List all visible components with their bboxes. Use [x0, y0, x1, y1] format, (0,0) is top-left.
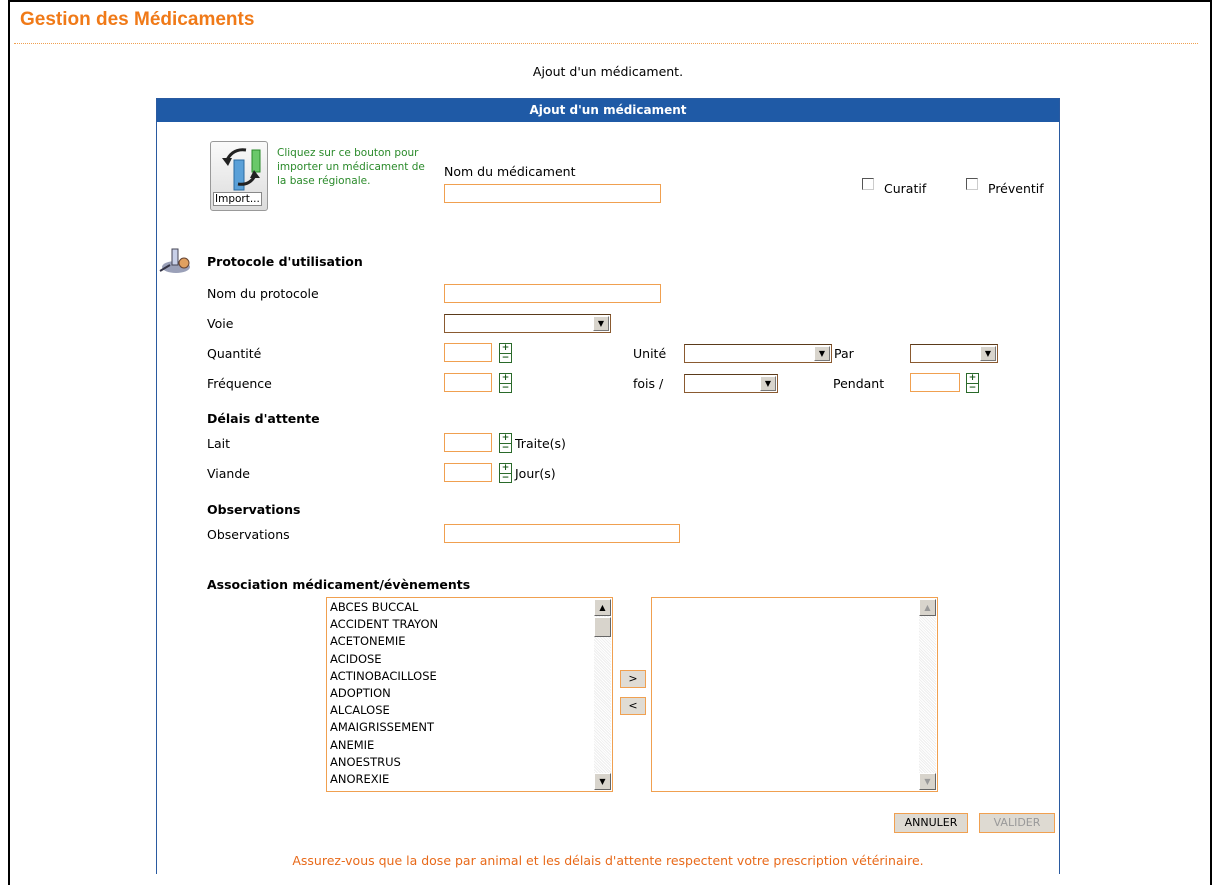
- footer-note: Assurez-vous que la dose par animal et l…: [292, 853, 924, 868]
- quantite-input[interactable]: [444, 343, 492, 362]
- curatif-checkbox[interactable]: [862, 178, 874, 190]
- protocole-name-label: Nom du protocole: [207, 286, 319, 301]
- list-item[interactable]: ACCIDENT TRAYON: [327, 616, 612, 633]
- delais-section-title: Délais d'attente: [207, 411, 320, 426]
- import-icon: [222, 148, 261, 191]
- unite-label: Unité: [633, 346, 667, 361]
- scroll-thumb[interactable]: [594, 617, 611, 637]
- app-title: Gestion des Médicaments: [20, 9, 255, 30]
- lait-stepper[interactable]: + −: [499, 433, 512, 453]
- list-item[interactable]: ANOESTRUS: [327, 754, 612, 771]
- protocole-section-title: Protocole d'utilisation: [207, 254, 363, 269]
- preventif-checkbox[interactable]: [966, 178, 978, 190]
- quantite-label: Quantité: [207, 346, 262, 361]
- frequence-label: Fréquence: [207, 376, 272, 391]
- cancel-button[interactable]: ANNULER: [894, 813, 968, 833]
- scroll-down-icon[interactable]: ▼: [919, 773, 936, 790]
- viande-unit: Jour(s): [515, 466, 556, 481]
- plus-icon: +: [501, 373, 510, 383]
- lait-label: Lait: [207, 436, 230, 451]
- quantite-stepper[interactable]: + −: [499, 343, 512, 363]
- list-item[interactable]: ACIDOSE: [327, 651, 612, 668]
- minus-icon: −: [500, 383, 511, 393]
- list-item[interactable]: ADOPTION: [327, 685, 612, 702]
- selected-events-list[interactable]: ▲ ▼: [651, 597, 938, 792]
- viande-input[interactable]: [444, 463, 492, 482]
- chevron-down-icon: ▼: [593, 316, 609, 331]
- lait-input[interactable]: [444, 433, 492, 452]
- list-item[interactable]: ABCES BUCCAL: [327, 599, 612, 616]
- voie-label: Voie: [207, 316, 234, 331]
- preventif-label: Préventif: [988, 181, 1044, 196]
- scroll-up-icon[interactable]: ▲: [919, 599, 936, 616]
- association-section-title: Association médicament/évènements: [207, 577, 471, 592]
- plus-icon: +: [501, 463, 510, 473]
- import-button-label: Import...: [213, 192, 262, 206]
- minus-icon: −: [500, 353, 511, 363]
- pendant-input[interactable]: [910, 373, 960, 392]
- available-events-scrollbar[interactable]: ▲ ▼: [594, 599, 611, 790]
- import-button[interactable]: Import...: [210, 141, 268, 211]
- remove-event-button[interactable]: <: [620, 697, 646, 715]
- viande-label: Viande: [207, 466, 250, 481]
- frequence-input[interactable]: [444, 373, 492, 392]
- chevron-down-icon: ▼: [760, 376, 776, 391]
- list-item[interactable]: ANEMIE: [327, 737, 612, 754]
- observations-label: Observations: [207, 527, 290, 542]
- chevron-down-icon: ▼: [980, 346, 996, 361]
- par-select[interactable]: ▼: [910, 344, 998, 363]
- list-item[interactable]: ACETONEMIE: [327, 633, 612, 650]
- scroll-up-icon[interactable]: ▲: [594, 599, 611, 616]
- import-help-text: Cliquez sur ce bouton pour importer un m…: [277, 147, 425, 187]
- par-label: Par: [834, 346, 854, 361]
- selected-events-scrollbar[interactable]: ▲ ▼: [919, 599, 936, 790]
- validate-button[interactable]: VALIDER: [979, 813, 1055, 833]
- fois-label: fois /: [633, 376, 664, 391]
- minus-icon: −: [500, 443, 511, 453]
- minus-icon: −: [967, 383, 978, 393]
- list-item[interactable]: ALCALOSE: [327, 702, 612, 719]
- observations-section-title: Observations: [207, 502, 301, 517]
- scroll-down-icon[interactable]: ▼: [594, 773, 611, 790]
- voie-select[interactable]: ▼: [444, 314, 611, 333]
- available-events-list[interactable]: ABCES BUCCAL ACCIDENT TRAYON ACETONEMIE ACI…: [326, 597, 613, 792]
- fois-select[interactable]: ▼: [684, 374, 778, 393]
- unite-select[interactable]: ▼: [684, 344, 832, 363]
- plus-icon: +: [968, 373, 977, 383]
- lait-unit: Traite(s): [515, 436, 566, 451]
- curatif-label: Curatif: [884, 181, 927, 196]
- list-item[interactable]: ACTINOBACILLOSE: [327, 668, 612, 685]
- pendant-stepper[interactable]: + −: [966, 373, 979, 393]
- plus-icon: +: [501, 343, 510, 353]
- medicament-name-label: Nom du médicament: [444, 164, 576, 179]
- chevron-down-icon: ▼: [814, 346, 830, 361]
- plus-icon: +: [501, 433, 510, 443]
- list-item[interactable]: ANOREXIE: [327, 771, 612, 788]
- frequence-stepper[interactable]: + −: [499, 373, 512, 393]
- title-divider: [14, 43, 1198, 44]
- pendant-label: Pendant: [833, 376, 885, 391]
- protocole-name-input[interactable]: [444, 284, 661, 303]
- viande-stepper[interactable]: + −: [499, 463, 512, 483]
- page-subtitle: Ajout d'un médicament.: [532, 64, 684, 79]
- minus-icon: −: [500, 473, 511, 483]
- observations-input[interactable]: [444, 524, 680, 543]
- panel-title: Ajout d'un médicament: [157, 99, 1059, 122]
- syringe-icon: [159, 248, 190, 273]
- add-event-button[interactable]: >: [620, 670, 646, 688]
- medicament-name-input[interactable]: [444, 184, 661, 203]
- list-item[interactable]: AMAIGRISSEMENT: [327, 719, 612, 736]
